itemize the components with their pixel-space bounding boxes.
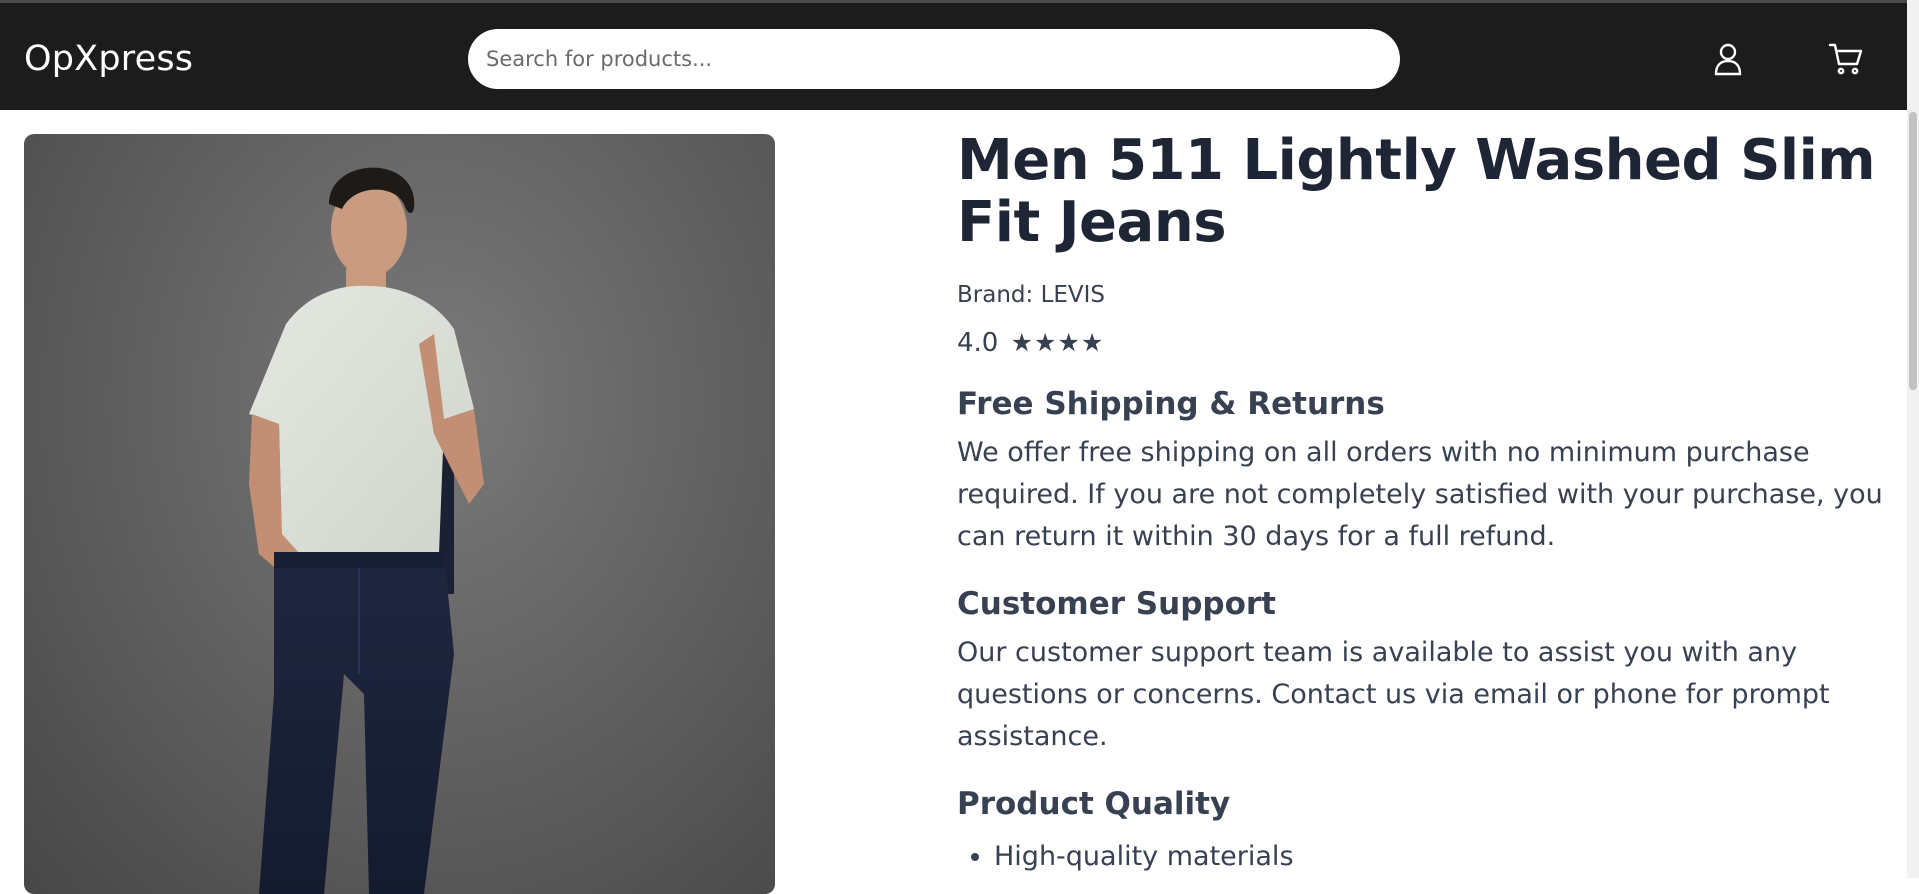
product-details: Men 511 Lightly Washed Slim Fit Jeans Br…	[957, 130, 1887, 878]
list-item: High-quality materials	[994, 836, 1887, 878]
page-scrollbar[interactable]	[1907, 0, 1919, 878]
shipping-section-body: We offer free shipping on all orders wit…	[957, 437, 1883, 552]
product-image	[24, 134, 775, 894]
top-navigation-bar: OpXpress	[0, 0, 1919, 110]
quality-section-title: Product Quality	[957, 786, 1231, 822]
rating-stars-icon: ★★★★	[1010, 328, 1105, 357]
shipping-section-title: Free Shipping & Returns	[957, 386, 1385, 422]
product-brand: Brand: LEVIS	[957, 282, 1106, 308]
cart-icon[interactable]	[1826, 39, 1866, 79]
search-input[interactable]	[468, 29, 1400, 89]
product-title: Men 511 Lightly Washed Slim Fit Jeans	[957, 128, 1876, 255]
support-section-title: Customer Support	[957, 586, 1276, 622]
quality-list: High-quality materials	[957, 836, 1887, 878]
scrollbar-thumb[interactable]	[1909, 112, 1917, 390]
support-section-body: Our customer support team is available t…	[957, 637, 1830, 752]
rating-value: 4.0	[957, 328, 999, 358]
user-icon[interactable]	[1708, 39, 1748, 79]
product-rating: 4.0 ★★★★	[957, 328, 1887, 358]
model-photo-illustration	[249, 167, 484, 894]
site-logo[interactable]: OpXpress	[24, 39, 193, 79]
search-bar[interactable]	[468, 29, 1400, 89]
